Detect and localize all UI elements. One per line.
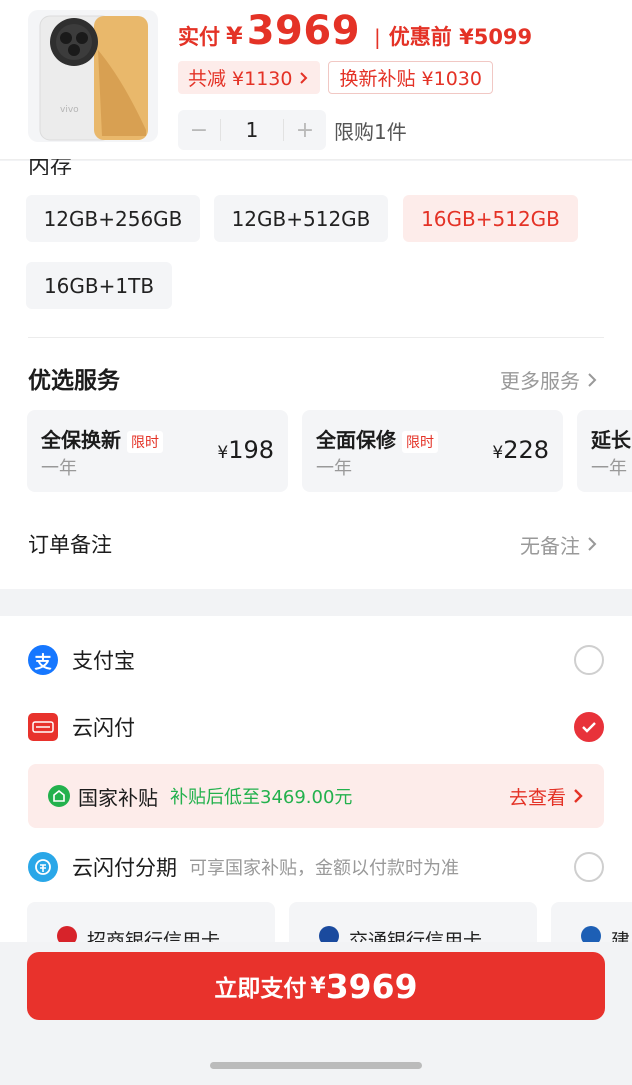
currency-symbol: ¥ [226,22,243,50]
order-note-label: 订单备注 [28,533,112,557]
quantity-stepper: − 1 + [178,110,326,150]
pay-now-button[interactable]: 立即支付 ¥ 3969 [27,952,605,1020]
order-note-value: 无备注 [520,530,598,559]
brand-logo: vivo [60,105,79,115]
bottom-bar: 立即支付 ¥ 3969 [0,942,632,1085]
subsidy-icon [48,785,70,807]
paid-price: 3969 [246,8,361,54]
service-term: 一年 [591,458,627,479]
pay-now-label: 立即支付 [214,976,307,1002]
order-note-row[interactable]: 订单备注 无备注 [28,529,598,559]
payment-name: 云闪付 [72,716,135,740]
more-services-link[interactable]: 更多服务 [500,365,598,394]
bank-name: 招商银行信用卡 [87,930,221,942]
quantity-value[interactable]: 1 [220,119,284,141]
purchase-limit: 限购1件 [334,119,407,144]
bank-card-ccb[interactable]: 建 [551,902,632,942]
chevron-right-icon [588,372,597,387]
product-image[interactable]: vivo [28,10,158,142]
chevron-right-icon [574,789,583,803]
alipay-radio[interactable] [574,645,604,675]
service-name: 全面保修 限时 [316,424,438,453]
tradein-subsidy-chip: 换新补贴 ¥1030 [328,61,493,94]
limited-tag: 限时 [402,430,438,453]
pay-currency: ¥ [310,973,326,999]
subsidy-view-link[interactable]: 去查看 [509,783,584,810]
divider [28,337,604,338]
service-name: 全保换新 限时 [41,424,163,453]
paid-label: 实付 [178,25,220,49]
service-term: 一年 [316,458,352,479]
chevron-right-icon [588,537,597,551]
more-services-label: 更多服务 [500,369,580,393]
discount-chips: 共减 ¥1130 换新补贴 ¥1030 [178,61,493,94]
options-section: 内存 12GB+256GB 12GB+512GB 16GB+512GB 16GB… [0,159,632,589]
payment-section: 支 支付宝 云闪付 国家补贴 补贴后低至3469.00元 去查看 云闪付分期 可… [0,616,632,942]
memory-option-12-256[interactable]: 12GB+256GB [26,195,200,242]
total-discount-text: 共减 ¥1130 [188,68,293,90]
unionpay-radio-checked[interactable] [574,712,604,742]
service-card-full-replacement[interactable]: 全保换新 限时 一年 ¥198 [27,410,288,492]
payment-option-unionpay[interactable]: 云闪付 [28,709,604,745]
installment-icon [28,852,58,882]
home-indicator[interactable] [210,1062,422,1069]
national-subsidy-banner[interactable]: 国家补贴 补贴后低至3469.00元 去查看 [28,764,604,828]
memory-option-12-512[interactable]: 12GB+512GB [214,195,388,242]
service-card-full-warranty[interactable]: 全面保修 限时 一年 ¥228 [302,410,563,492]
memory-option-16-512[interactable]: 16GB+512GB [403,195,578,242]
service-price: ¥228 [492,436,549,464]
price-summary: 实付 ¥ 3969 | 优惠前 ¥5099 [178,8,532,56]
bank-card-cmb[interactable]: 招商银行信用卡 [27,902,275,942]
quantity-minus-button[interactable]: − [178,118,220,143]
pay-amount: 3969 [325,966,418,1006]
bank-name: 建 [611,930,631,942]
service-term: 一年 [41,458,77,479]
services-title: 优选服务 [28,368,120,394]
unionpay-icon [28,713,58,741]
payment-name: 云闪付分期 [72,856,177,880]
memory-option-16-1tb[interactable]: 16GB+1TB [26,262,172,309]
alipay-icon: 支 [28,645,58,675]
cmb-icon [57,926,77,942]
installment-desc: 可享国家补贴，金额以付款时为准 [189,858,459,879]
price-separator: | [374,25,381,49]
quantity-row: − 1 + 限购1件 [178,110,407,150]
limited-tag: 限时 [127,430,163,453]
subsidy-title: 国家补贴 [78,785,158,810]
original-price: 优惠前 ¥5099 [388,25,533,49]
quantity-plus-button[interactable]: + [284,118,326,143]
payment-option-installment[interactable]: 云闪付分期 可享国家补贴，金额以付款时为准 [28,849,604,885]
total-discount-chip[interactable]: 共减 ¥1130 [178,61,321,94]
payment-option-alipay[interactable]: 支 支付宝 [28,642,604,678]
check-icon [582,722,596,733]
service-card-extended[interactable]: 延长 一年 [577,410,632,492]
bank-name: 交通银行信用卡 [349,930,483,942]
ccb-icon [581,926,601,942]
product-header: vivo 实付 ¥ 3969 | 优惠前 ¥5099 共减 ¥1130 换新补贴… [0,0,632,160]
chevron-right-icon [300,71,308,84]
payment-name: 支付宝 [72,649,135,673]
bocom-icon [319,926,339,942]
memory-section-title: 内存 [28,159,73,175]
tradein-subsidy-text: 换新补贴 ¥1030 [339,68,482,90]
service-name: 延长 [591,428,631,452]
subsidy-desc: 补贴后低至3469.00元 [170,787,353,808]
service-price: ¥198 [217,436,274,464]
bank-card-bocom[interactable]: 交通银行信用卡 [289,902,537,942]
installment-radio[interactable] [574,852,604,882]
